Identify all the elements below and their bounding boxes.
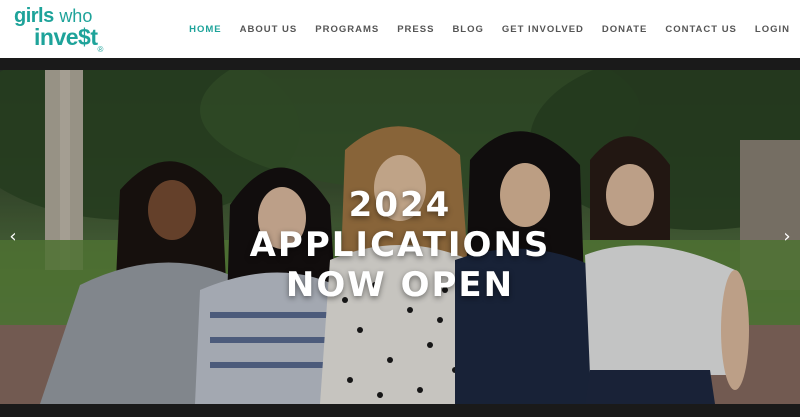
headline-line-3: NOW OPEN [285, 265, 515, 305]
slider-next-arrow-icon[interactable]: › [778, 228, 796, 246]
slider-prev-arrow-icon[interactable]: ‹ [4, 228, 22, 246]
nav-programs[interactable]: PROGRAMS [315, 24, 379, 35]
nav-about-us[interactable]: ABOUT US [240, 24, 298, 35]
main-nav: HOME ABOUT US PROGRAMS PRESS BLOG GET IN… [171, 0, 790, 58]
nav-home[interactable]: HOME [189, 24, 222, 35]
site-header: girls who inve$t® HOME ABOUT US PROGRAMS… [0, 0, 800, 58]
nav-press[interactable]: PRESS [397, 24, 434, 35]
nav-donate[interactable]: DONATE [602, 24, 647, 35]
hero-slider[interactable]: 2024 APPLICATIONS NOW OPEN ‹ › [0, 70, 800, 404]
nav-blog[interactable]: BLOG [452, 24, 483, 35]
nav-login[interactable]: LOGIN [755, 24, 790, 35]
girls-who-invest-logo[interactable]: girls who inve$t® [14, 5, 124, 55]
logo-line-2: inve$t® [34, 24, 103, 55]
headline-line-2: APPLICATIONS [249, 225, 551, 265]
headline-line-1: 2024 [348, 185, 452, 225]
nav-get-involved[interactable]: GET INVOLVED [502, 24, 584, 35]
nav-contact-us[interactable]: CONTACT US [665, 24, 737, 35]
hero-headline: 2024 APPLICATIONS NOW OPEN [200, 185, 600, 305]
logo-line-1: girls who [14, 5, 93, 27]
